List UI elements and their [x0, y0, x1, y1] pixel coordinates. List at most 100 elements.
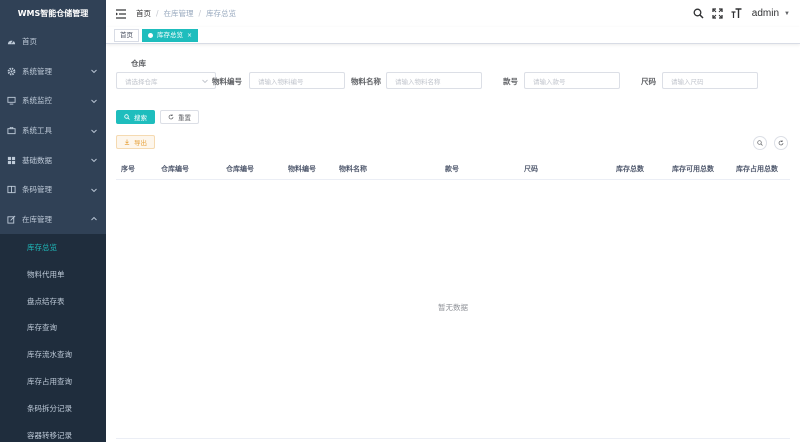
material-name-placeholder: 请输入物料名称: [395, 77, 441, 86]
chevron-down-icon: [91, 129, 97, 133]
reset-button-label: 重置: [178, 114, 191, 122]
tag-home[interactable]: 首页: [114, 28, 139, 42]
sidebar-item-label: 首页: [22, 37, 37, 47]
submenu-item-stock-query[interactable]: 库存查询: [0, 315, 106, 342]
export-button[interactable]: 导出: [116, 135, 155, 149]
submenu-item-stocktake[interactable]: 盘点结存表: [0, 288, 106, 315]
submenu-item-stock-overview[interactable]: 库存总览: [0, 234, 106, 261]
material-name-label: 物料名称: [351, 77, 381, 86]
column-header: 库存可用总数: [672, 165, 714, 173]
size-input[interactable]: 请输入尺码: [662, 72, 758, 89]
warehouse-placeholder: 请选择仓库: [125, 77, 158, 86]
dashboard-icon: [6, 37, 16, 47]
tags-view: 首页 库存总览 ×: [106, 27, 800, 44]
toolbox-icon: [6, 126, 16, 136]
material-code-placeholder: 请输入物料编号: [258, 77, 304, 86]
refresh-icon: [778, 139, 784, 148]
sidebar-item-inventory[interactable]: 在库管理: [0, 205, 106, 235]
column-header: 仓库编号: [226, 165, 254, 173]
column-header: 款号: [445, 165, 459, 173]
caret-down-icon: ▼: [784, 10, 790, 17]
search-button-label: 搜索: [134, 114, 147, 122]
sidebar-item-system-manage[interactable]: 系统管理: [0, 57, 106, 87]
grid-icon: [6, 155, 16, 165]
breadcrumb-separator: /: [198, 9, 202, 18]
main-content: 仓库 请选择仓库 物料编号 请输入物料编号 物料名称 请输入物料名称 款号 请输…: [106, 45, 800, 442]
size-label: 尺码: [641, 77, 656, 86]
sidebar-item-barcode[interactable]: 条码管理: [0, 175, 106, 205]
refresh-icon: [168, 114, 174, 120]
column-header: 库存占用总数: [736, 165, 778, 173]
sidebar-item-label: 基础数据: [22, 155, 52, 165]
column-header: 库存总数: [616, 165, 644, 173]
navbar-right: admin ▼: [686, 0, 790, 27]
sidebar-item-label: 在库管理: [22, 214, 52, 224]
sidebar-item-label: 系统管理: [22, 66, 52, 76]
sidebar-item-basic-data[interactable]: 基础数据: [0, 145, 106, 175]
inventory-submenu: 库存总览 物料代用单 盘点结存表 库存查询 库存流水查询 库存占用查询 条码拆分…: [0, 234, 106, 442]
breadcrumb-home[interactable]: 首页: [136, 8, 151, 19]
book-icon: [6, 185, 16, 195]
submenu-item-barcode-split[interactable]: 条码拆分记录: [0, 395, 106, 422]
active-dot-icon: [148, 32, 153, 38]
edit-icon: [6, 214, 16, 224]
sidebar-item-home[interactable]: 首页: [0, 27, 106, 57]
sidebar-item-system-monitor[interactable]: 系统监控: [0, 86, 106, 116]
material-code-label: 物料编号: [212, 77, 242, 86]
breadcrumb: 首页 / 在库管理 / 库存总览: [136, 8, 236, 19]
table-bottom-border: [116, 438, 790, 439]
submenu-item-substitution[interactable]: 物料代用单: [0, 261, 106, 288]
sidebar-item-label: 条码管理: [22, 185, 52, 195]
column-header: 物料名称: [339, 165, 367, 173]
submenu-item-container-transfer[interactable]: 容器转移记录: [0, 422, 106, 442]
tag-label: 库存总览: [157, 30, 183, 39]
column-header: 物料编号: [288, 165, 316, 173]
user-dropdown[interactable]: admin ▼: [752, 8, 790, 19]
gear-icon: [6, 66, 16, 76]
material-code-input[interactable]: 请输入物料编号: [249, 72, 345, 89]
export-button-label: 导出: [134, 139, 147, 147]
app-title: WMS智能仓储管理: [17, 9, 89, 18]
download-icon: [124, 139, 130, 145]
warehouse-label: 仓库: [131, 59, 146, 68]
table-header: 序号 仓库编号 仓库编号 物料编号 物料名称 款号 尺码 库存总数 库存可用总数…: [116, 158, 790, 180]
sidebar-item-label: 系统工具: [22, 126, 52, 136]
chevron-down-icon: [91, 188, 97, 192]
table-empty-text: 暂无数据: [438, 303, 468, 312]
column-header: 尺码: [524, 165, 538, 173]
submenu-item-stock-occupied[interactable]: 库存占用查询: [0, 368, 106, 395]
style-no-input[interactable]: 请输入款号: [524, 72, 620, 89]
chevron-down-icon: [202, 79, 208, 84]
search-icon[interactable]: [693, 8, 705, 20]
column-header: 序号: [121, 165, 135, 173]
tag-label: 首页: [120, 30, 133, 39]
breadcrumb-inventory: 在库管理: [163, 9, 194, 18]
chevron-up-icon: [91, 217, 97, 221]
refresh-table-button[interactable]: [774, 136, 788, 150]
sidebar: WMS智能仓储管理 首页 系统管理 系统监控 系统工具 基础数据 条码管理 在库…: [0, 0, 106, 442]
size-placeholder: 请输入尺码: [671, 77, 704, 86]
sidebar-item-label: 系统监控: [22, 96, 52, 106]
close-icon[interactable]: ×: [187, 30, 192, 41]
top-navbar: 首页 / 在库管理 / 库存总览 admin ▼: [106, 0, 800, 27]
style-no-label: 款号: [503, 77, 518, 86]
warehouse-select[interactable]: 请选择仓库: [116, 72, 216, 89]
toggle-search-button[interactable]: [753, 136, 767, 150]
breadcrumb-current: 库存总览: [206, 9, 237, 18]
search-icon: [124, 114, 130, 120]
fullscreen-icon[interactable]: [712, 8, 724, 20]
material-name-input[interactable]: 请输入物料名称: [386, 72, 482, 89]
tag-stock-overview[interactable]: 库存总览 ×: [142, 28, 199, 42]
font-size-icon[interactable]: [731, 8, 743, 20]
reset-button[interactable]: 重置: [160, 110, 199, 124]
chevron-down-icon: [91, 70, 97, 74]
search-icon: [757, 139, 763, 148]
search-button[interactable]: 搜索: [116, 110, 155, 124]
submenu-item-stock-flow[interactable]: 库存流水查询: [0, 341, 106, 368]
chevron-down-icon: [91, 99, 97, 104]
style-no-placeholder: 请输入款号: [533, 77, 566, 86]
column-header: 仓库编号: [161, 165, 189, 173]
monitor-icon: [6, 96, 16, 106]
sidebar-item-system-tools[interactable]: 系统工具: [0, 116, 106, 146]
hamburger-icon[interactable]: [114, 7, 128, 21]
